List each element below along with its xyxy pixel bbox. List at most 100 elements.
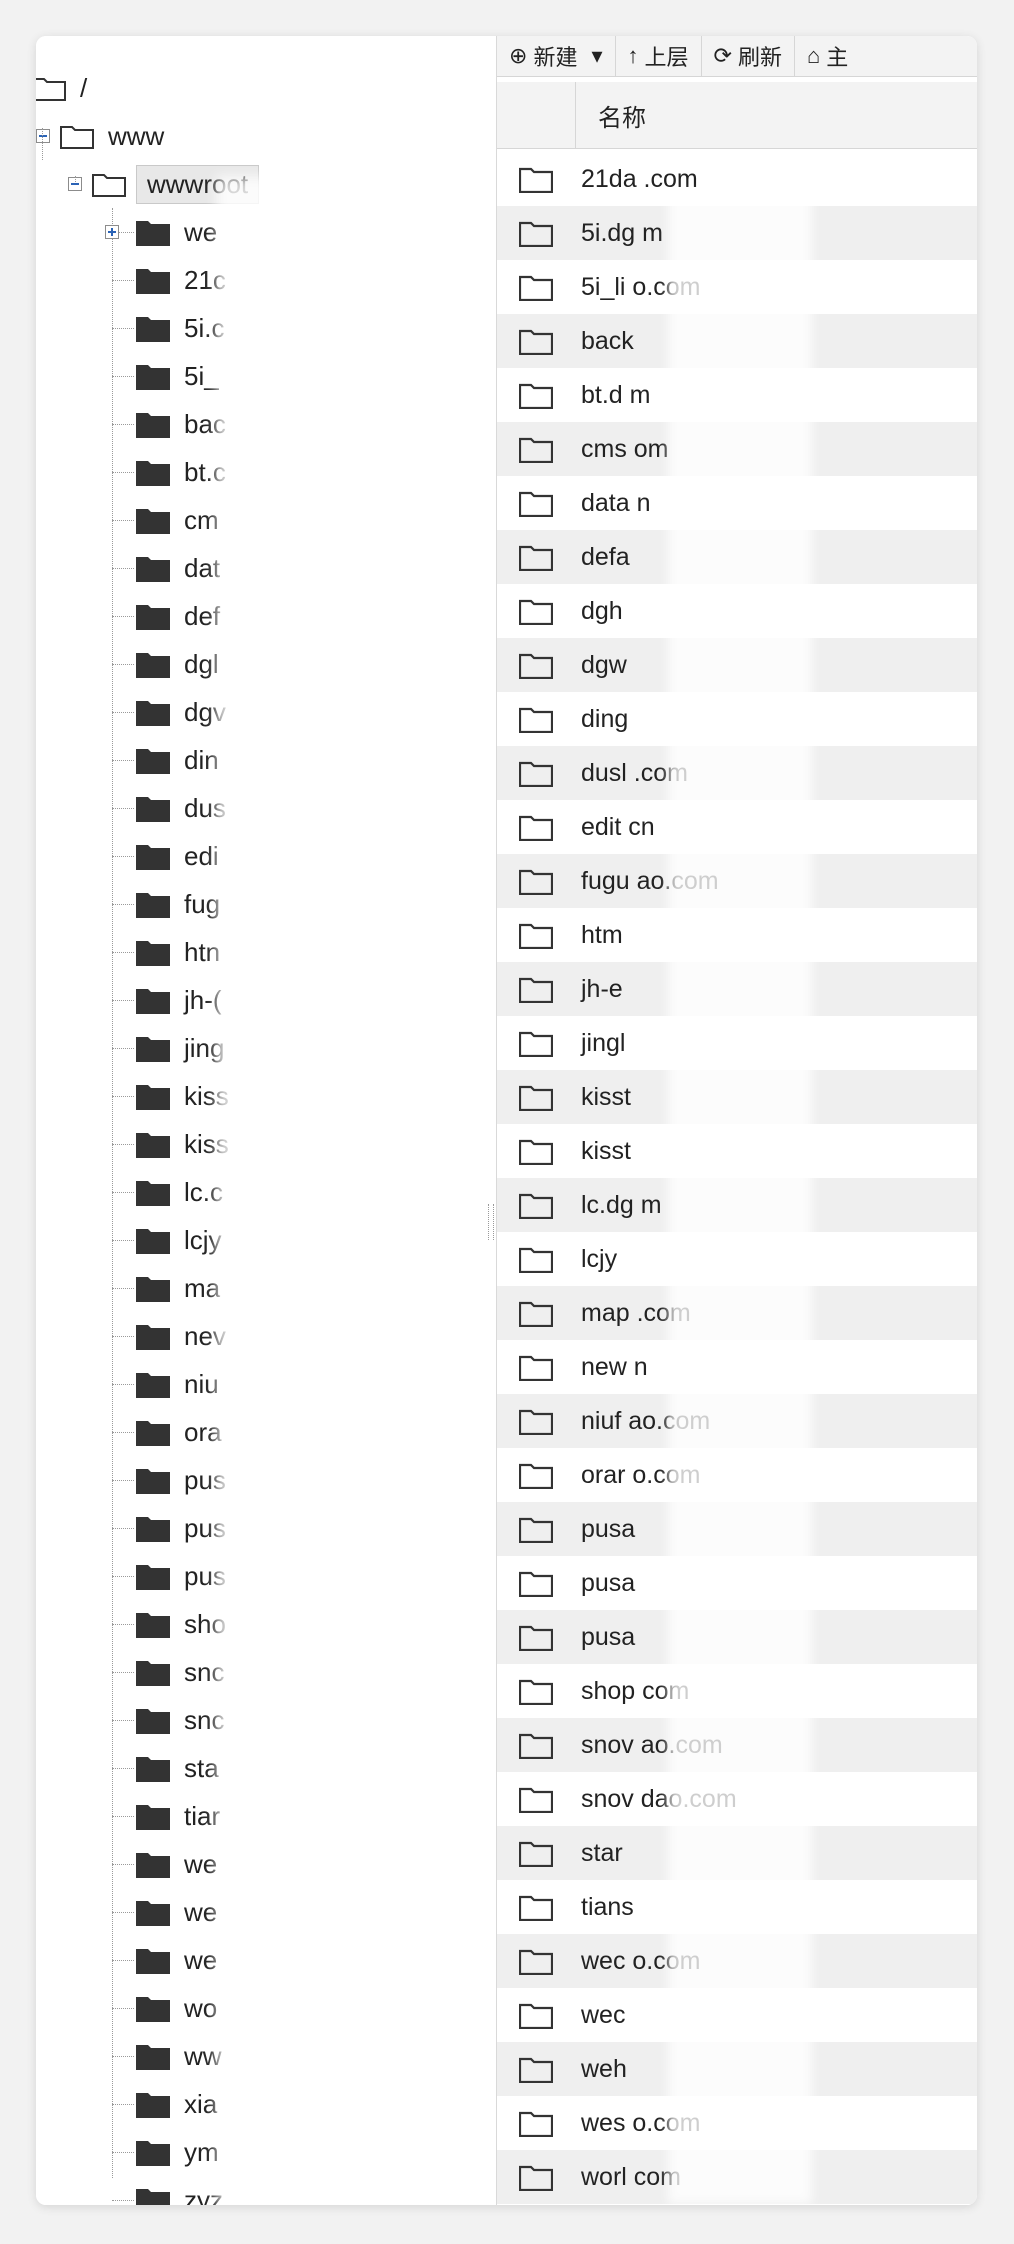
tree-item[interactable]: we <box>136 208 217 256</box>
tree-item[interactable]: pus <box>136 1456 226 1504</box>
tree-item[interactable]: jh-( <box>136 976 222 1024</box>
tree-item[interactable]: ora <box>136 1408 222 1456</box>
folder-icon <box>60 126 94 149</box>
row-icon-cell <box>497 165 575 193</box>
folder-icon <box>519 1139 553 1165</box>
folder-icon <box>519 761 553 787</box>
folder-icon <box>136 1421 170 1446</box>
tree-item[interactable]: lc.c <box>136 1168 223 1216</box>
name-column-header[interactable]: 名称 <box>576 82 646 148</box>
row-icon-cell <box>497 1839 575 1867</box>
tree-item[interactable]: bt.c <box>136 448 226 496</box>
file-name: lc.dg m <box>581 1190 662 1219</box>
tree-item[interactable]: kiss <box>136 1072 229 1120</box>
tree-item[interactable]: we <box>136 1840 217 1888</box>
tree-item[interactable]: def <box>136 592 220 640</box>
tree-item-label: wo <box>184 1992 218 2023</box>
tree-item-label: dat <box>184 552 221 583</box>
file-name: kisst <box>581 1082 631 1111</box>
folder-icon <box>136 1997 170 2022</box>
folder-icon <box>136 413 170 438</box>
tree-item[interactable]: wo <box>136 1984 217 2032</box>
panel-splitter[interactable] <box>484 36 497 2205</box>
tree-item[interactable]: snc <box>136 1696 224 1744</box>
tree-item[interactable]: tiar <box>136 1792 220 1840</box>
tree-item[interactable]: fug <box>136 880 220 928</box>
file-name: tians <box>581 1892 634 1921</box>
tree-item[interactable]: dgl <box>136 640 219 688</box>
tree-item[interactable]: pus <box>136 1552 226 1600</box>
row-icon-cell <box>497 1407 575 1435</box>
tree-item[interactable]: we <box>136 1888 217 1936</box>
tree-item-label: we <box>184 1896 218 1927</box>
tree-item[interactable]: 5i.c <box>136 304 224 352</box>
row-icon-cell <box>497 1191 575 1219</box>
folder-icon <box>519 1247 553 1273</box>
folder-icon <box>136 1661 170 1686</box>
tree-item[interactable]: kiss <box>136 1120 229 1168</box>
refresh-icon: ⟳ <box>713 43 732 68</box>
folder-icon <box>136 221 170 246</box>
new-button-label: 新建 <box>533 45 578 70</box>
tree-item[interactable]: niu <box>136 1360 219 1408</box>
tree-item[interactable]: bac <box>136 400 226 448</box>
tree-item[interactable]: nev <box>136 1312 226 1360</box>
tree-node-root[interactable]: / <box>36 64 87 112</box>
tree-item[interactable]: zyz <box>136 2176 223 2205</box>
tree-item[interactable]: ma <box>136 1264 220 1312</box>
home-label: 主 <box>826 45 849 70</box>
select-column-header[interactable] <box>497 82 576 148</box>
collapse-icon[interactable] <box>36 129 50 143</box>
tree-item[interactable]: xia <box>136 2080 217 2128</box>
tree-item[interactable]: jing <box>136 1024 224 1072</box>
tree-item[interactable]: cm <box>136 496 219 544</box>
tree-item[interactable]: edi <box>136 832 219 880</box>
folder-icon <box>519 383 553 409</box>
folder-icon <box>519 1193 553 1219</box>
tree-item[interactable]: lcjy <box>136 1216 222 1264</box>
refresh-button[interactable]: ⟳ 刷新 <box>702 36 795 76</box>
tree-item[interactable]: sho <box>136 1600 226 1648</box>
tree-node-www[interactable]: www <box>36 112 164 160</box>
tree-item[interactable]: ww <box>136 2032 222 2080</box>
tree-item[interactable]: dat <box>136 544 220 592</box>
row-icon-cell <box>497 1785 575 1813</box>
row-icon-cell <box>497 1947 575 1975</box>
up-level-button[interactable]: ↑ 上层 <box>616 36 702 76</box>
tree-item[interactable]: 21c <box>136 256 226 304</box>
row-icon-cell <box>497 813 575 841</box>
folder-icon <box>519 1679 553 1705</box>
file-name: pusa <box>581 1622 636 1651</box>
folder-icon <box>519 1571 553 1597</box>
folder-icon <box>519 491 553 517</box>
tree-item[interactable]: dus <box>136 784 226 832</box>
tree-item[interactable]: pus <box>136 1504 226 1552</box>
tree-item[interactable]: htn <box>136 928 220 976</box>
folder-icon <box>136 1277 170 1302</box>
tree-label-www: www <box>108 120 165 151</box>
tree-item[interactable]: sta <box>136 1744 219 1792</box>
expand-icon[interactable] <box>105 225 119 239</box>
folder-icon <box>136 1085 170 1110</box>
folder-icon <box>136 893 170 918</box>
tree-item[interactable]: 5i_ <box>136 352 219 400</box>
new-button[interactable]: ⊕ 新建 ▾ <box>497 36 616 76</box>
file-name: bt.d m <box>581 380 651 409</box>
row-icon-cell <box>497 1029 575 1057</box>
tree-item-label: sta <box>184 1752 219 1783</box>
folder-icon <box>519 545 553 571</box>
folder-icon <box>136 1373 170 1398</box>
file-name: star <box>581 1838 623 1867</box>
folder-icon <box>519 2003 553 2029</box>
tree-item[interactable]: snc <box>136 1648 224 1696</box>
folder-icon <box>136 1709 170 1734</box>
tree-item[interactable]: din <box>136 736 219 784</box>
folder-icon <box>519 599 553 625</box>
home-button[interactable]: ⌂ 主 <box>795 36 860 76</box>
tree-item[interactable]: we <box>136 1936 217 1984</box>
row-icon-cell <box>497 867 575 895</box>
folder-icon <box>519 2057 553 2083</box>
tree-item[interactable]: ym <box>136 2128 219 2176</box>
tree-item[interactable]: dgv <box>136 688 226 736</box>
row-icon-cell <box>497 219 575 247</box>
